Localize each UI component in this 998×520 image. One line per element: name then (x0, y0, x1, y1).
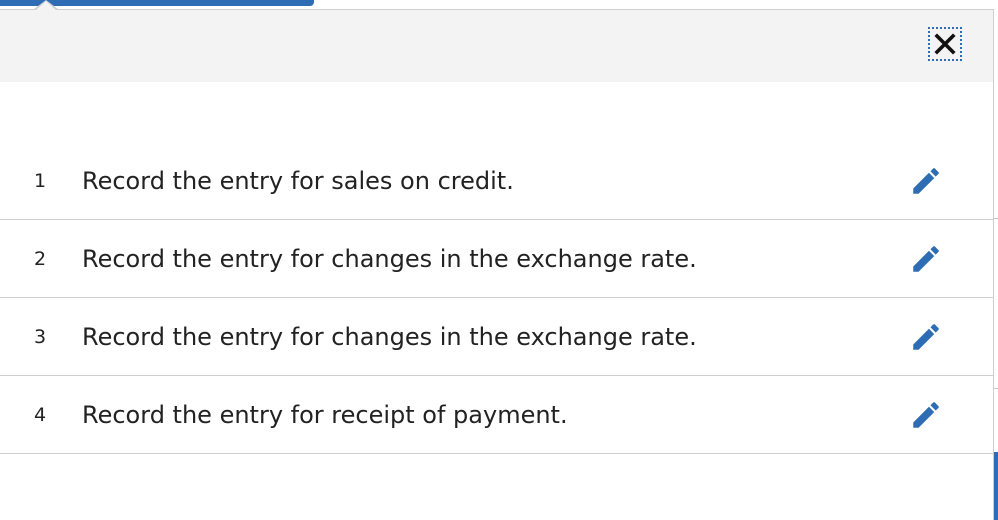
pencil-edit-icon[interactable] (909, 164, 943, 198)
pencil-edit-icon[interactable] (909, 242, 943, 276)
task-number: 2 (34, 248, 47, 270)
task-popup: 1 Record the entry for sales on credit. … (0, 9, 994, 520)
task-label: Record the entry for changes in the exch… (82, 323, 697, 351)
screen: 1 Record the entry for sales on credit. … (0, 0, 998, 520)
task-row[interactable]: 4 Record the entry for receipt of paymen… (0, 376, 993, 454)
pencil-edit-icon[interactable] (909, 320, 943, 354)
task-number: 3 (34, 326, 47, 348)
background-divider (994, 218, 998, 219)
task-number: 4 (34, 404, 47, 426)
task-label: Record the entry for changes in the exch… (82, 245, 697, 273)
task-number: 1 (34, 170, 47, 192)
task-row[interactable]: 2 Record the entry for changes in the ex… (0, 220, 993, 298)
pencil-edit-icon[interactable] (909, 398, 943, 432)
background-divider (994, 388, 998, 389)
close-button[interactable] (928, 27, 962, 61)
popup-pointer-fill (36, 1, 56, 10)
task-label: Record the entry for sales on credit. (82, 167, 514, 195)
background-accent-strip (994, 452, 998, 520)
task-row[interactable]: 1 Record the entry for sales on credit. (0, 142, 993, 220)
task-label: Record the entry for receipt of payment. (82, 401, 568, 429)
popup-header (0, 10, 993, 82)
close-x-icon (934, 33, 956, 55)
task-row[interactable]: 3 Record the entry for changes in the ex… (0, 298, 993, 376)
